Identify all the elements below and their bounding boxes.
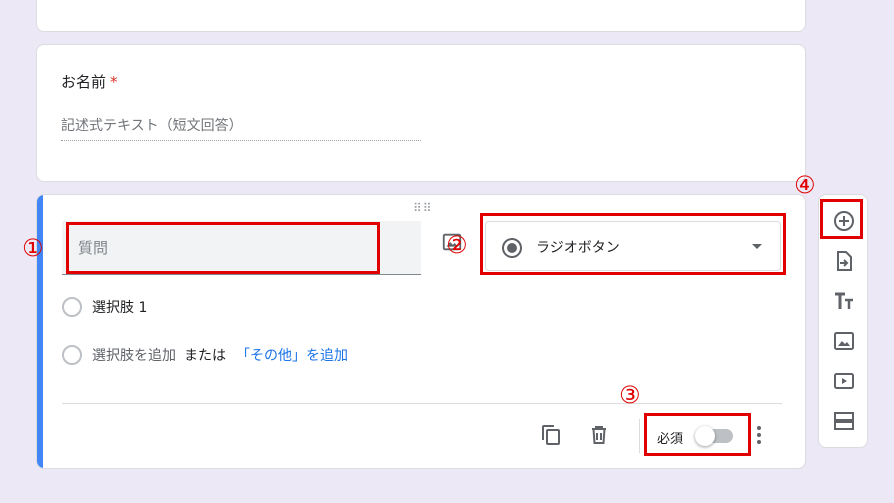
drag-handle-icon[interactable]: ⠿⠿ — [413, 201, 433, 215]
radio-unchecked-icon — [62, 297, 82, 317]
callout-number-1: ① — [22, 234, 44, 262]
duplicate-icon[interactable] — [539, 423, 563, 447]
add-section-icon[interactable] — [832, 409, 856, 433]
callout-box-add-question — [820, 199, 863, 239]
or-text: または — [184, 348, 226, 364]
add-image-icon[interactable] — [832, 329, 856, 353]
add-title-icon[interactable] — [832, 289, 856, 313]
add-option-link[interactable]: 選択肢を追加 — [92, 345, 176, 365]
option-label[interactable]: 選択肢 1 — [92, 297, 147, 317]
radio-unchecked-icon — [62, 345, 82, 365]
callout-number-3: ③ — [619, 381, 641, 409]
name-question-title: お名前 * — [61, 71, 118, 92]
option-row[interactable]: 選択肢 1 — [62, 297, 147, 317]
add-option-row: 選択肢を追加 または 「その他」を追加 — [62, 345, 348, 365]
add-video-icon[interactable] — [832, 369, 856, 393]
required-asterisk: * — [110, 73, 118, 91]
add-other-link[interactable]: 「その他」を追加 — [236, 345, 348, 365]
callout-box-question-type — [480, 213, 786, 275]
footer-vertical-separator — [639, 419, 640, 453]
previous-card — [36, 0, 806, 32]
name-question-label: お名前 — [61, 73, 107, 91]
short-answer-underline — [61, 140, 421, 141]
footer-divider — [62, 403, 782, 404]
callout-box-required-toggle — [644, 413, 751, 456]
callout-number-4: ④ — [794, 171, 816, 199]
callout-box-question-title — [66, 222, 380, 274]
callout-number-2: ② — [446, 231, 468, 259]
name-question-card[interactable]: お名前 * 記述式テキスト（短文回答） — [36, 44, 806, 182]
import-questions-icon[interactable] — [832, 249, 856, 273]
short-answer-placeholder: 記述式テキスト（短文回答） — [61, 118, 243, 134]
delete-icon[interactable] — [587, 423, 611, 447]
